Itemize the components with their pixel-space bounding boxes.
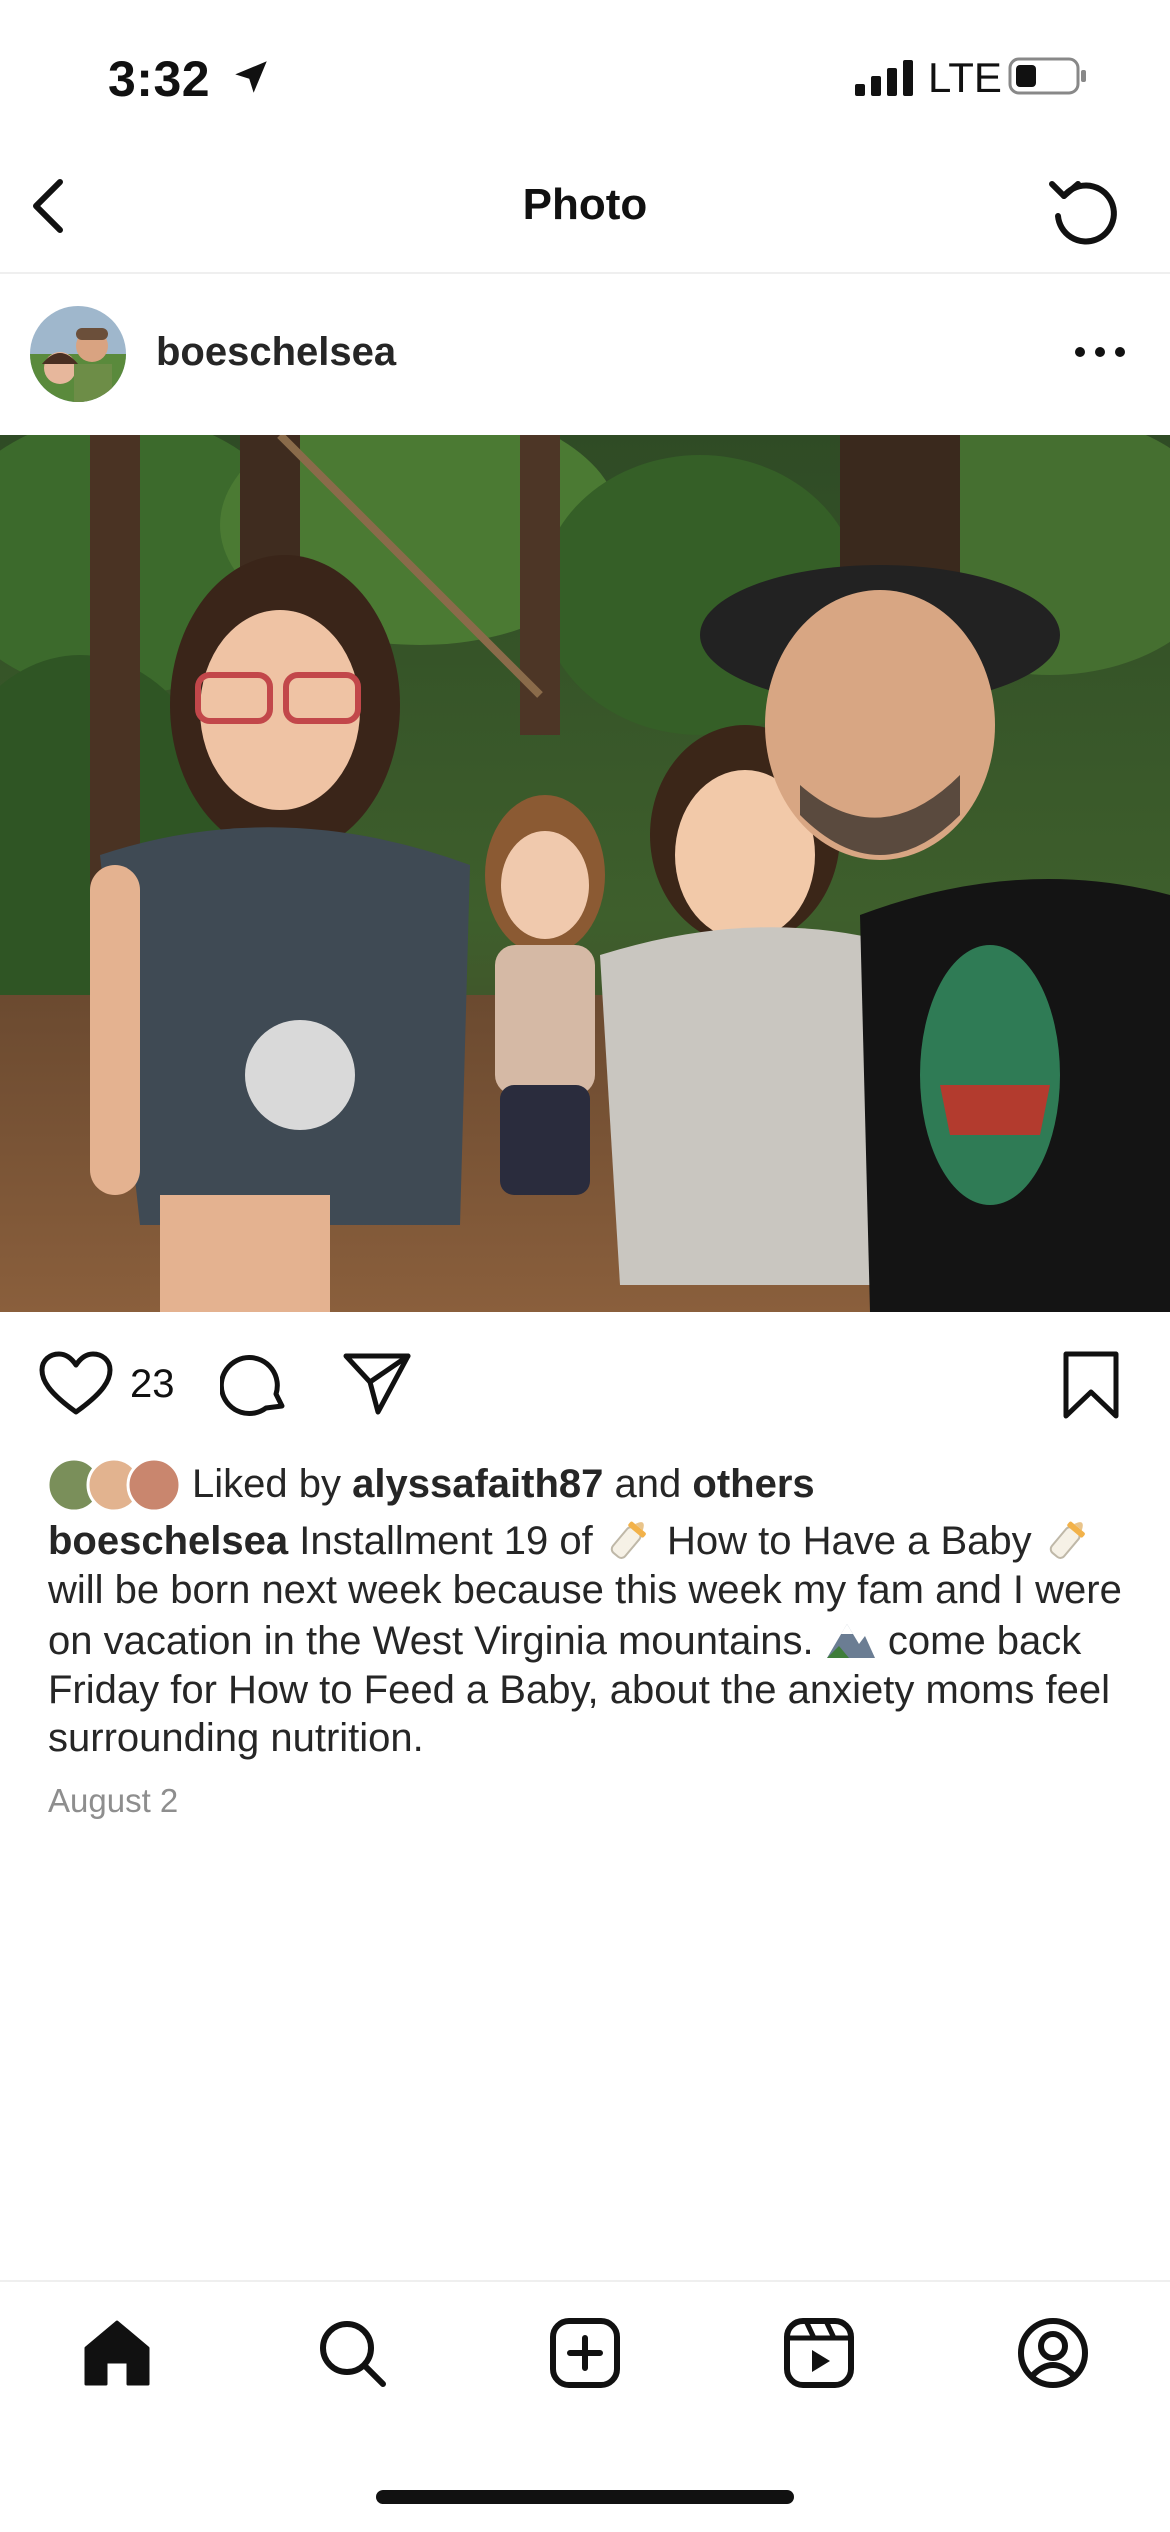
network-type: LTE: [928, 54, 1002, 101]
battery-icon: [1008, 57, 1086, 95]
page-title: Photo: [522, 180, 648, 229]
liked-by-avatars: [48, 1457, 182, 1513]
post-username[interactable]: boeschelsea: [156, 330, 396, 375]
comment-icon[interactable]: [220, 1348, 290, 1418]
mountain-icon: [826, 1624, 875, 1658]
profile-icon[interactable]: [1016, 2316, 1090, 2390]
post-caption: boeschelsea Installment 19 of How to Hav…: [48, 1514, 1138, 1763]
search-icon[interactable]: [315, 2316, 389, 2390]
home-icon[interactable]: [80, 2316, 154, 2390]
baby-bottle-icon: [1049, 1521, 1085, 1559]
share-icon[interactable]: [342, 1350, 412, 1416]
nav-divider: [0, 272, 1170, 274]
home-indicator[interactable]: [376, 2490, 794, 2504]
tab-divider: [0, 2280, 1170, 2282]
like-heart-icon[interactable]: [38, 1350, 114, 1418]
liked-by-and: and: [614, 1462, 682, 1506]
post-date: August 2: [48, 1782, 179, 1819]
signal-bars-icon: [855, 60, 913, 96]
status-time: 3:32: [108, 51, 211, 107]
more-options-icon[interactable]: [1072, 344, 1128, 360]
location-arrow-icon: [235, 61, 267, 93]
avatar[interactable]: [30, 306, 126, 402]
baby-bottle-icon: [610, 1521, 646, 1559]
reels-icon[interactable]: [782, 2316, 856, 2390]
like-count[interactable]: 23: [130, 1362, 175, 1407]
caption-username[interactable]: boeschelsea: [48, 1519, 288, 1563]
post-photo[interactable]: [0, 435, 1170, 1312]
liked-by-prefix: Liked by: [192, 1462, 341, 1506]
caption-part2: How to Have a Baby: [667, 1519, 1032, 1563]
liked-by-text[interactable]: Liked by alyssafaith87 and others: [192, 1462, 815, 1507]
refresh-icon[interactable]: [1044, 170, 1124, 250]
liked-by-user[interactable]: alyssafaith87: [352, 1462, 603, 1506]
liked-by-others[interactable]: others: [692, 1462, 814, 1506]
create-icon[interactable]: [548, 2316, 622, 2390]
caption-part1: Installment 19 of: [299, 1519, 593, 1563]
bookmark-icon[interactable]: [1060, 1350, 1122, 1420]
